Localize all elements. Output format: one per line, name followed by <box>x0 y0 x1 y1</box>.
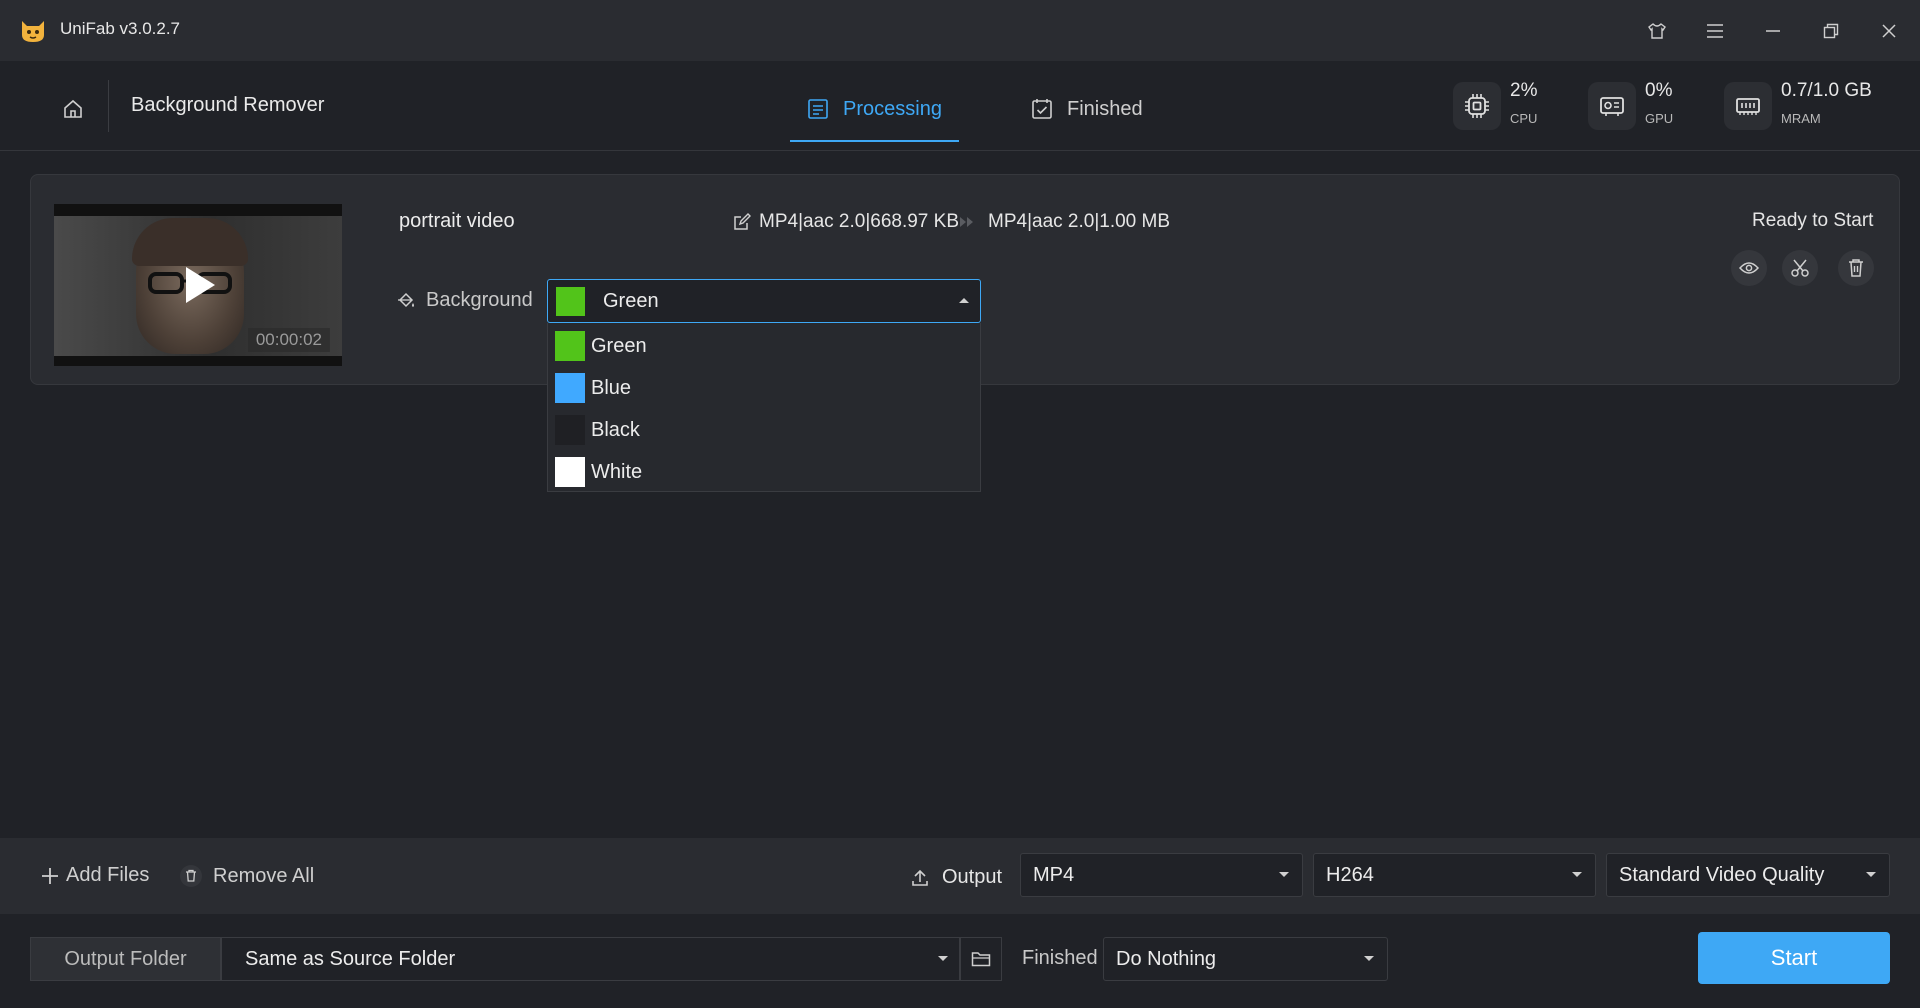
remove-all-button[interactable]: Remove All <box>179 864 314 888</box>
dropdown-option-white[interactable]: White <box>548 451 980 493</box>
active-tab-indicator <box>790 140 959 142</box>
close-icon[interactable] <box>1873 15 1905 47</box>
output-label-group: Output <box>910 866 1002 889</box>
output-folder-value: Same as Source Folder <box>245 947 456 970</box>
codec-select-value: H264 <box>1326 863 1374 886</box>
trim-scissors-icon[interactable] <box>1782 250 1818 286</box>
task-status: Ready to Start <box>1752 210 1874 231</box>
output-folder-select[interactable]: Same as Source Folder <box>221 937 960 981</box>
selected-color-swatch <box>556 286 585 316</box>
app-logo-icon <box>18 15 48 45</box>
start-button[interactable]: Start <box>1698 932 1890 984</box>
quality-select[interactable]: Standard Video Quality <box>1606 853 1890 897</box>
restore-icon[interactable] <box>1815 15 1847 47</box>
dropdown-option-label: Blue <box>591 376 632 399</box>
gpu-value: 0% <box>1645 80 1673 101</box>
dropdown-option-label: Green <box>591 334 647 357</box>
dropdown-option-blue[interactable]: Blue <box>548 367 980 409</box>
remove-all-label: Remove All <box>213 864 315 887</box>
chevron-down-icon <box>1363 955 1375 963</box>
chevron-down-icon <box>937 955 949 963</box>
background-label: Background <box>426 289 533 311</box>
dropdown-option-label: Black <box>591 418 640 441</box>
background-label-group: Background <box>396 289 533 312</box>
green-swatch <box>555 331 585 361</box>
processing-list-icon <box>807 98 829 120</box>
tab-processing[interactable]: Processing <box>807 90 942 128</box>
preview-eye-icon[interactable] <box>1731 250 1767 286</box>
folder-icon[interactable] <box>960 937 1002 981</box>
edit-icon[interactable] <box>733 213 751 231</box>
cpu-icon <box>1453 82 1501 130</box>
memory-label: MRAM <box>1781 111 1821 126</box>
dropdown-option-black[interactable]: Black <box>548 409 980 451</box>
cpu-label: CPU <box>1510 111 1538 126</box>
blue-swatch <box>555 373 585 403</box>
memory-value: 0.7/1.0 GB <box>1781 80 1872 101</box>
shirt-icon[interactable] <box>1641 15 1673 47</box>
source-format: MP4|aac 2.0|668.97 KB <box>759 211 960 232</box>
cpu-value: 2% <box>1510 80 1538 101</box>
plus-icon <box>40 866 60 886</box>
menu-icon[interactable] <box>1699 15 1731 47</box>
finished-action-select[interactable]: Do Nothing <box>1103 937 1388 981</box>
page-title: Background Remover <box>131 94 325 116</box>
chevron-down-icon <box>1571 871 1583 879</box>
convert-arrow-icon <box>958 213 976 231</box>
header-divider <box>108 80 109 132</box>
thumbnail-hair <box>132 218 248 266</box>
thumbnail-letterbox-bottom <box>54 356 342 366</box>
file-name: portrait video <box>399 210 515 232</box>
home-icon[interactable] <box>56 92 90 126</box>
format-select[interactable]: MP4 <box>1020 853 1303 897</box>
paint-bucket-icon <box>396 291 416 311</box>
tab-finished-label: Finished <box>1067 97 1143 120</box>
finished-check-icon <box>1031 98 1053 120</box>
dropdown-option-green[interactable]: Green <box>548 325 980 367</box>
upload-icon <box>910 868 930 888</box>
video-duration: 00:00:02 <box>247 328 330 352</box>
caret-up-icon <box>958 296 970 304</box>
gpu-label: GPU <box>1645 111 1674 126</box>
background-select-value: Green <box>603 289 659 312</box>
dropdown-option-label: White <box>591 460 643 483</box>
background-dropdown: Green Blue Black White <box>547 323 981 492</box>
finished-action-value: Do Nothing <box>1116 947 1217 970</box>
trash-icon <box>179 864 203 888</box>
finished-action-label: Finished <box>1022 947 1098 969</box>
chevron-down-icon <box>1278 871 1290 879</box>
title-bar <box>0 0 1920 61</box>
source-info: MP4|aac 2.0|668.97 KB <box>733 211 959 233</box>
play-icon[interactable] <box>182 264 218 306</box>
codec-select[interactable]: H264 <box>1313 853 1596 897</box>
video-thumbnail[interactable]: 00:00:02 <box>54 204 342 366</box>
black-swatch <box>555 415 585 445</box>
tab-processing-label: Processing <box>843 97 942 120</box>
output-folder-tab[interactable]: Output Folder <box>30 937 221 981</box>
add-files-button[interactable]: Add Files <box>40 864 149 887</box>
tab-finished[interactable]: Finished <box>1031 90 1143 128</box>
output-label: Output <box>942 866 1003 888</box>
chevron-down-icon <box>1865 871 1877 879</box>
gpu-icon <box>1588 82 1636 130</box>
target-format: MP4|aac 2.0|1.00 MB <box>988 211 1171 232</box>
memory-icon <box>1724 82 1772 130</box>
quality-select-value: Standard Video Quality <box>1619 863 1825 886</box>
delete-trash-icon[interactable] <box>1838 250 1874 286</box>
white-swatch <box>555 457 585 487</box>
add-files-label: Add Files <box>66 864 150 886</box>
background-select[interactable]: Green <box>547 279 981 323</box>
minimize-icon[interactable] <box>1757 15 1789 47</box>
app-title: UniFab v3.0.2.7 <box>60 19 181 38</box>
thumbnail-letterbox-top <box>54 204 342 216</box>
format-select-value: MP4 <box>1033 863 1075 886</box>
